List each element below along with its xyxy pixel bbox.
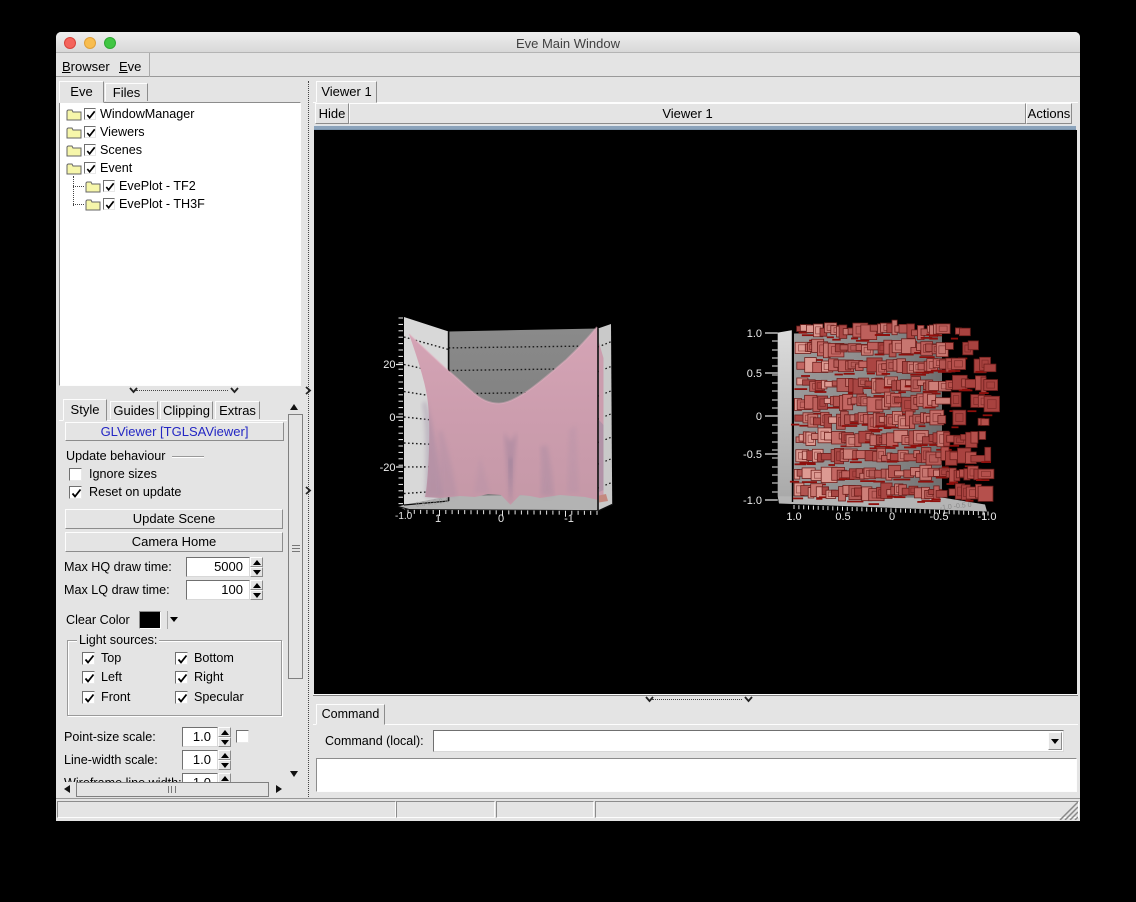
svg-text:0: 0 (498, 513, 504, 525)
svg-text:0.5: 0.5 (835, 511, 850, 523)
svg-text:-1.0: -1.0 (743, 495, 762, 507)
svg-text:0: 0 (389, 412, 395, 424)
svg-text:1: 1 (435, 513, 441, 525)
svg-text:0: 0 (889, 511, 895, 523)
svg-text:0.5: 0.5 (747, 368, 762, 380)
svg-text:-0.5: -0.5 (930, 511, 949, 523)
svg-text:20: 20 (383, 359, 395, 371)
svg-text:-1.0: -1.0 (978, 511, 997, 523)
svg-text:-0.5: -0.5 (743, 449, 762, 461)
svg-text:-1: -1 (564, 513, 574, 525)
svg-text:-1.0: -1.0 (395, 511, 413, 522)
svg-text:1.0: 1.0 (747, 328, 762, 340)
svg-text:-20: -20 (380, 462, 396, 474)
svg-text:0: 0 (756, 411, 762, 423)
svg-text:1.0: 1.0 (786, 511, 801, 523)
